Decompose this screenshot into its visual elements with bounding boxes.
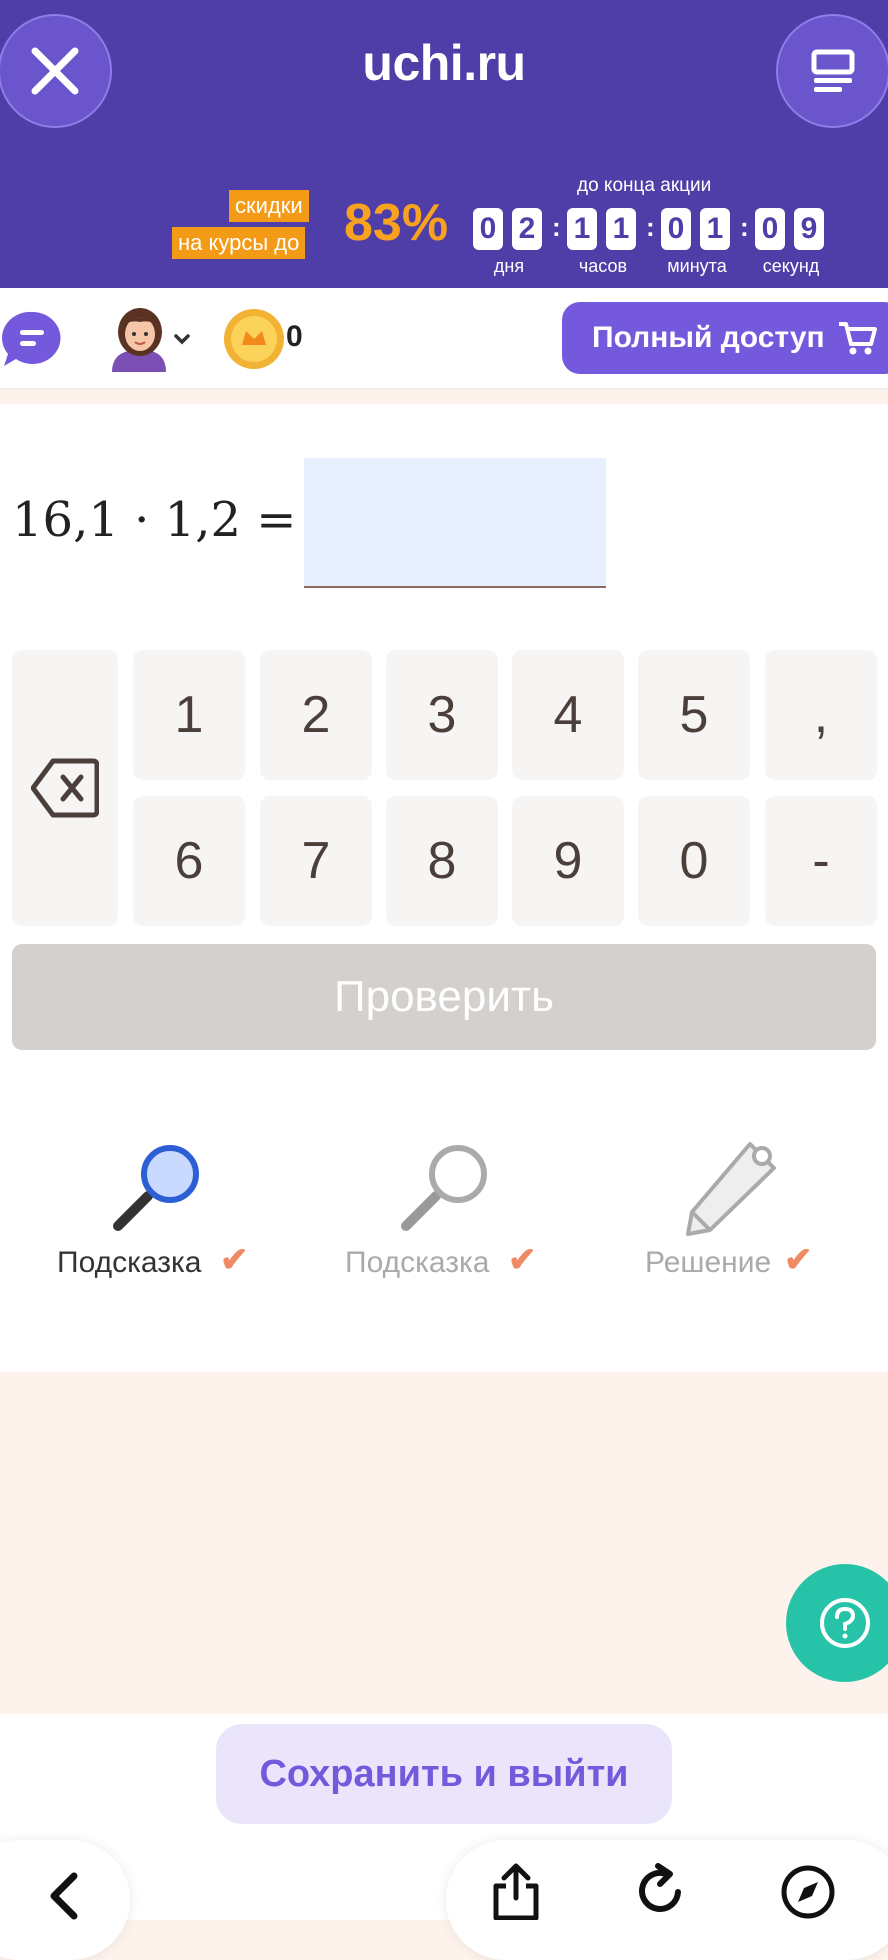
keypad-key[interactable]: 1 [133, 650, 245, 780]
reload-icon [639, 1863, 681, 1912]
check-mark-icon: ✔ [508, 1241, 537, 1279]
compass-button[interactable] [780, 1864, 836, 1925]
profile-avatar-button[interactable] [104, 302, 196, 379]
full-access-label: Полный доступ [592, 321, 825, 354]
countdown-digit: 1 [567, 208, 597, 250]
keypad-key[interactable]: 8 [386, 796, 498, 926]
countdown-digit: 0 [755, 208, 785, 250]
task-expression: 16,1 · 1,2 = [12, 492, 297, 548]
check-mark-icon: ✔ [784, 1241, 813, 1279]
countdown-digit: 0 [473, 208, 503, 250]
check-mark-icon: ✔ [220, 1241, 249, 1279]
cart-icon [838, 322, 877, 355]
share-button[interactable] [490, 1862, 542, 1925]
menu-button[interactable] [776, 14, 888, 128]
keypad-key[interactable]: 5 [638, 650, 750, 780]
save-exit-button[interactable]: Сохранить и выйти [216, 1724, 672, 1824]
help-button[interactable] [786, 1564, 888, 1682]
solution-label: Решение [645, 1246, 772, 1279]
countdown-label-minutes: минута [667, 256, 727, 276]
answer-input[interactable] [304, 458, 606, 588]
promo-percent: 83% [344, 194, 449, 252]
countdown-digit: 2 [512, 208, 542, 250]
countdown-label-seconds: секунд [762, 256, 820, 276]
promo-tag-line1: скидки [229, 190, 309, 222]
backspace-icon [31, 758, 99, 818]
keypad-key[interactable]: 0 [638, 796, 750, 926]
backspace-key[interactable] [12, 650, 118, 926]
countdown-digit: 9 [794, 208, 824, 250]
keypad-key[interactable]: , [765, 650, 877, 780]
avatar [112, 308, 190, 372]
chat-button[interactable] [2, 310, 62, 373]
hint-2-button[interactable] [396, 1140, 496, 1241]
countdown-digit: 1 [606, 208, 636, 250]
magnifier-icon [113, 1145, 199, 1231]
keypad-key[interactable]: 9 [512, 796, 624, 926]
back-button[interactable] [44, 1872, 84, 1925]
countdown-caption: до конца акции [577, 175, 712, 196]
share-icon [493, 1863, 539, 1921]
keypad-key[interactable]: 6 [133, 796, 245, 926]
countdown-colon: : [552, 212, 561, 242]
countdown-digit: 1 [700, 208, 730, 250]
reload-button[interactable] [636, 1862, 688, 1925]
countdown-label-hours: часов [578, 256, 628, 276]
chat-icon [2, 311, 61, 366]
keypad-key[interactable]: 2 [260, 650, 372, 780]
keypad-key[interactable]: 3 [386, 650, 498, 780]
question-icon [820, 1598, 870, 1648]
hint-2-label: Подсказка [345, 1246, 490, 1279]
compass-icon [781, 1865, 835, 1919]
keypad-key[interactable]: 7 [260, 796, 372, 926]
coin-count: 0 [286, 320, 303, 353]
countdown-digit: 0 [661, 208, 691, 250]
chevron-left-icon [50, 1872, 78, 1920]
coins-icon [222, 307, 286, 376]
solution-button[interactable] [680, 1138, 780, 1243]
countdown-colon: : [646, 212, 655, 242]
keypad-key[interactable]: - [765, 796, 877, 926]
hint-1-label: Подсказка [57, 1246, 202, 1279]
countdown-colon: : [740, 212, 749, 242]
check-button[interactable]: Проверить [12, 944, 876, 1050]
hint-1-button[interactable] [108, 1140, 208, 1241]
keypad-key[interactable]: 4 [512, 650, 624, 780]
countdown-label-days: дня [493, 256, 525, 276]
promo-tag-line2: на курсы до [172, 227, 306, 259]
full-access-button[interactable]: Полный доступ [562, 302, 888, 374]
site-logo[interactable]: uchi.ru [0, 34, 888, 92]
magnifier-icon [401, 1145, 487, 1231]
course-list-icon [811, 49, 855, 92]
pencil-icon [686, 1142, 776, 1236]
